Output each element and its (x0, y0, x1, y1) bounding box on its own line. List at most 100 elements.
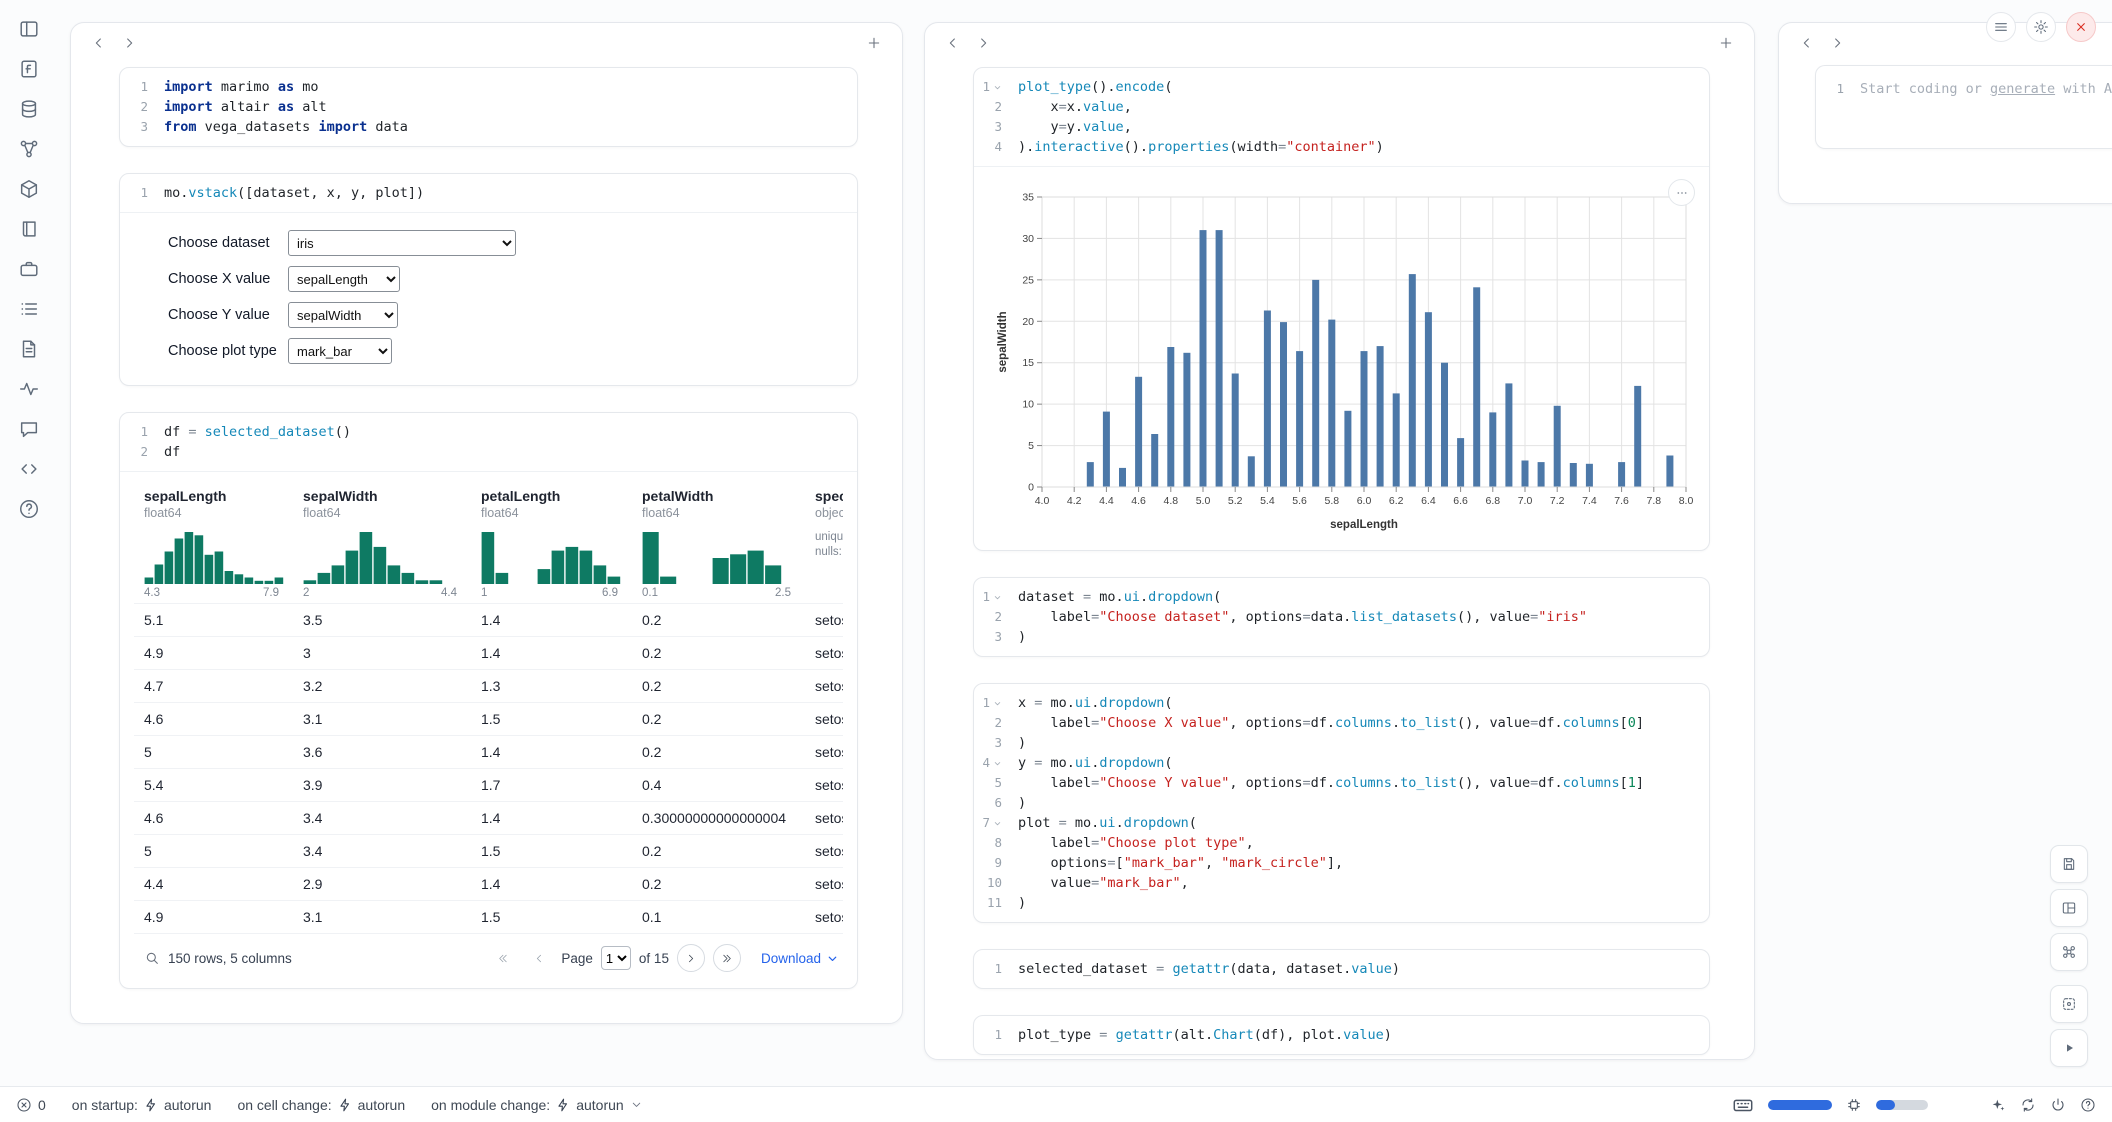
code-editor[interactable]: 1 Start coding or generate with AI. (1816, 66, 2112, 148)
fold-icon[interactable] (993, 593, 1002, 602)
code-cell-selected-dataset[interactable]: 1selected_dataset = getattr(data, datase… (973, 949, 1710, 989)
sidebar-item-documentation[interactable] (16, 336, 42, 362)
sidebar-item-notebook[interactable] (16, 216, 42, 242)
line-number: 1 (974, 693, 1018, 713)
fold-icon[interactable] (993, 819, 1002, 828)
code-cell-vstack[interactable]: 1mo.vstack([dataset, x, y, plot]) Choose… (119, 173, 858, 386)
code-editor[interactable]: 1x = mo.ui.dropdown(2 label="Choose X va… (974, 684, 1709, 922)
code-cell-xy-dropdowns[interactable]: 1x = mo.ui.dropdown(2 label="Choose X va… (973, 683, 1710, 923)
sidebar-item-chat[interactable] (16, 416, 42, 442)
column-forward-button[interactable] (1823, 29, 1851, 57)
column-stats: uniquenulls: (815, 530, 837, 560)
line-number: 2 (974, 97, 1018, 117)
code-line: 4y = mo.ui.dropdown( (974, 753, 1697, 773)
code-cell-plot[interactable]: 1plot_type().encode(2 x=x.value,3 y=y.va… (973, 67, 1710, 551)
column-forward-button[interactable] (969, 29, 997, 57)
table-row[interactable]: 4.93.11.50.1setosa (134, 900, 843, 933)
settings-button[interactable] (2026, 12, 2056, 42)
column-header[interactable]: speciesobjectuniquenulls: (805, 480, 843, 603)
notebook-menu-button[interactable] (1986, 12, 2016, 42)
column-back-button[interactable] (85, 29, 113, 57)
page-select[interactable]: 1 (601, 946, 631, 970)
code-cell-dataset-dropdown[interactable]: 1dataset = mo.ui.dropdown(2 label="Choos… (973, 577, 1710, 657)
download-button[interactable]: Download (761, 951, 839, 966)
layout-toggle-button[interactable] (2050, 889, 2088, 927)
run-button[interactable] (2050, 1029, 2088, 1067)
runtime-config-item[interactable]: on cell change:autorun (237, 1097, 405, 1113)
error-indicator[interactable]: 0 (16, 1097, 46, 1113)
keyboard-icon[interactable] (1732, 1094, 1754, 1116)
column-back-button[interactable] (939, 29, 967, 57)
help-icon[interactable] (2080, 1097, 2096, 1113)
shutdown-button[interactable] (2066, 12, 2096, 42)
code-editor[interactable]: 1plot_type = getattr(alt.Chart(df), plot… (974, 1016, 1709, 1054)
svg-text:25: 25 (1022, 274, 1034, 286)
code-editor[interactable]: 1selected_dataset = getattr(data, datase… (974, 950, 1709, 988)
table-row[interactable]: 5.43.91.70.4setosa (134, 768, 843, 801)
add-cell-button[interactable] (1712, 29, 1740, 57)
table-row[interactable]: 4.63.41.40.30000000000000004setosa (134, 801, 843, 834)
table-row[interactable]: 53.41.50.2setosa (134, 834, 843, 867)
code-editor[interactable]: 1dataset = mo.ui.dropdown(2 label="Choos… (974, 578, 1709, 656)
column-name: sepalWidth (303, 488, 465, 504)
sidebar-item-logs[interactable] (16, 296, 42, 322)
command-palette-button[interactable] (2050, 933, 2088, 971)
table-row[interactable]: 4.42.91.40.2setosa (134, 867, 843, 900)
altair-bar-chart[interactable]: 4.04.24.44.64.85.05.25.45.65.86.06.26.46… (994, 185, 1709, 540)
code-editor[interactable]: 1mo.vstack([dataset, x, y, plot]) (120, 174, 857, 212)
search-icon[interactable] (144, 950, 160, 966)
sidebar-item-packages[interactable] (16, 176, 42, 202)
table-cell: 4.6 (134, 802, 293, 834)
sidebar-item-panels[interactable] (16, 16, 42, 42)
power-icon[interactable] (2050, 1097, 2066, 1113)
table-row[interactable]: 53.61.40.2setosa (134, 735, 843, 768)
save-button[interactable] (2050, 845, 2088, 883)
table-row[interactable]: 4.931.40.2setosa (134, 636, 843, 669)
add-cell-button[interactable] (860, 29, 888, 57)
prev-page-button[interactable] (525, 944, 553, 972)
fold-icon[interactable] (993, 759, 1002, 768)
code-cell-plot-type[interactable]: 1plot_type = getattr(alt.Chart(df), plot… (973, 1015, 1710, 1055)
table-row[interactable]: 5.13.51.40.2setosa (134, 603, 843, 636)
choose-x-value-select[interactable]: sepalLength (288, 266, 400, 292)
fold-icon[interactable] (993, 699, 1002, 708)
app-frame-button[interactable] (2050, 985, 2088, 1023)
code-editor[interactable]: 1import marimo as mo2import altair as al… (120, 68, 857, 146)
sidebar-item-help[interactable] (16, 496, 42, 522)
table-cell: setosa (805, 637, 843, 669)
column-back-button[interactable] (1793, 29, 1821, 57)
sidebar-item-scratchpad[interactable] (16, 256, 42, 282)
code-editor[interactable]: 1df = selected_dataset()2df (120, 413, 857, 471)
code-cell-imports[interactable]: 1import marimo as mo2import altair as al… (119, 67, 858, 147)
column-header[interactable]: petalLengthfloat6416.9 (471, 480, 632, 603)
fold-icon[interactable] (993, 83, 1002, 92)
choose-y-value-select[interactable]: sepalWidth (288, 302, 398, 328)
sidebar-item-snippets[interactable] (16, 456, 42, 482)
choose-dataset-select[interactable]: iris (288, 230, 516, 256)
sidebar-item-tracing[interactable] (16, 376, 42, 402)
next-page-button[interactable] (677, 944, 705, 972)
choose-plot-type-select[interactable]: mark_bar (288, 338, 392, 364)
column-header[interactable]: sepalWidthfloat6424.4 (293, 480, 471, 603)
generate-with-ai-link[interactable]: generate (1990, 81, 2055, 97)
refresh-icon[interactable] (2020, 1097, 2036, 1113)
sidebar-item-marimo-file[interactable] (16, 56, 42, 82)
table-row[interactable]: 4.73.21.30.2setosa (134, 669, 843, 702)
first-page-button[interactable] (489, 944, 517, 972)
sidebar-item-datasets[interactable] (16, 96, 42, 122)
sidebar-item-dependency-graph[interactable] (16, 136, 42, 162)
datasets-icon (18, 98, 40, 120)
empty-code-cell[interactable]: 1 Start coding or generate with AI. (1815, 65, 2112, 149)
ai-sparkle-icon[interactable] (1990, 1097, 2006, 1113)
column-header[interactable]: sepalLengthfloat644.37.9 (134, 480, 293, 603)
chevron-left-icon (1799, 35, 1815, 51)
code-editor[interactable]: 1plot_type().encode(2 x=x.value,3 y=y.va… (974, 68, 1709, 166)
runtime-config-item[interactable]: on startup:autorun (72, 1097, 212, 1113)
column-forward-button[interactable] (115, 29, 143, 57)
table-row[interactable]: 4.63.11.50.2setosa (134, 702, 843, 735)
code-cell-dataframe[interactable]: 1df = selected_dataset()2df sepalLengthf… (119, 412, 858, 989)
chart-actions-button[interactable] (1668, 179, 1695, 206)
runtime-config-item[interactable]: on module change:autorun (431, 1097, 643, 1113)
column-header[interactable]: petalWidthfloat640.12.5 (632, 480, 805, 603)
last-page-button[interactable] (713, 944, 741, 972)
